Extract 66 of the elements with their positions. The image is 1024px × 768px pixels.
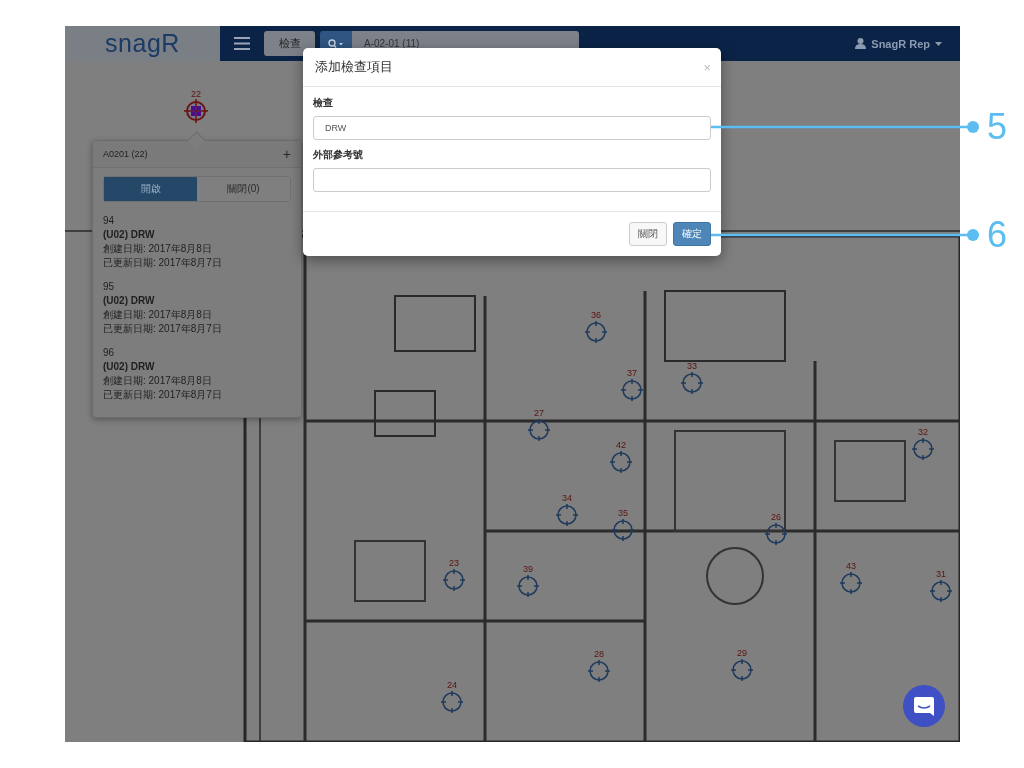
- map-pin[interactable]: 27: [525, 408, 553, 442]
- field-label: 外部參考號: [313, 148, 364, 162]
- map-pin[interactable]: 26: [762, 512, 790, 546]
- search-icon: [328, 38, 344, 49]
- map-pin[interactable]: 36: [582, 310, 610, 344]
- item-title: (U02) DRW: [103, 228, 156, 242]
- target-icon: [440, 690, 464, 714]
- target-icon: [609, 450, 633, 474]
- close-button[interactable]: ×: [703, 59, 711, 75]
- input-field[interactable]: DRW: [313, 116, 711, 140]
- created-date: 創建日期: 2017年8月8日: [103, 374, 213, 388]
- target-icon: [584, 320, 608, 344]
- popover-title: A0201 (22): [103, 149, 148, 159]
- item-title: (U02) DRW: [103, 294, 156, 308]
- field-label: 檢查: [313, 96, 334, 110]
- confirm-button[interactable]: 確定: [673, 222, 711, 246]
- created-date: 創建日期: 2017年8月8日: [103, 308, 213, 322]
- map-pin[interactable]: 39: [514, 564, 542, 598]
- item-number: 96: [103, 346, 116, 360]
- map-pin[interactable]: 34: [553, 493, 581, 527]
- target-icon: [929, 579, 953, 603]
- map-pin[interactable]: 37: [618, 368, 646, 402]
- target-icon: [730, 658, 754, 682]
- callout-number: 6: [987, 213, 1008, 257]
- chat-button[interactable]: [903, 685, 945, 727]
- map-pin[interactable]: 28: [585, 649, 613, 683]
- dialog-title: 添加檢查項目: [315, 58, 393, 76]
- tab[interactable]: 開啟: [104, 177, 197, 201]
- target-icon: [516, 574, 540, 598]
- item-number: 95: [103, 280, 116, 294]
- target-icon: [620, 378, 644, 402]
- user-menu[interactable]: SnagR Rep: [871, 37, 930, 50]
- map-pin[interactable]: 24: [438, 680, 466, 714]
- target-icon: [587, 659, 611, 683]
- user-icon: [855, 38, 867, 49]
- target-icon: [442, 568, 466, 592]
- created-date: 創建日期: 2017年8月8日: [103, 242, 213, 256]
- target-icon: [184, 99, 208, 123]
- target-icon: [911, 437, 935, 461]
- map-pin[interactable]: 32: [909, 427, 937, 461]
- map-pin[interactable]: 43: [837, 561, 865, 595]
- target-icon: [527, 418, 551, 442]
- map-pin[interactable]: 22: [182, 89, 210, 123]
- map-pin[interactable]: 35: [609, 508, 637, 542]
- target-icon: [839, 571, 863, 595]
- item-number: 94: [103, 214, 116, 228]
- target-icon: [680, 371, 704, 395]
- map-pin[interactable]: 33: [678, 361, 706, 395]
- callout-number: 5: [987, 105, 1008, 149]
- input-field[interactable]: [313, 168, 711, 192]
- target-icon: [555, 503, 579, 527]
- target-icon: [764, 522, 788, 546]
- inspection-button[interactable]: 檢查: [264, 31, 315, 56]
- target-icon: [611, 518, 635, 542]
- menu-icon[interactable]: [234, 37, 250, 50]
- map-pin[interactable]: 29: [728, 648, 756, 682]
- map-pin[interactable]: 42: [607, 440, 635, 474]
- close-dialog-button[interactable]: 關閉: [629, 222, 667, 246]
- map-pin[interactable]: 23: [440, 558, 468, 592]
- map-pin[interactable]: 31: [927, 569, 955, 603]
- add-button[interactable]: +: [282, 146, 291, 162]
- caret-icon[interactable]: [935, 41, 942, 46]
- item-title: (U02) DRW: [103, 360, 156, 374]
- updated-date: 已更新日期: 2017年8月7日: [103, 322, 223, 336]
- updated-date: 已更新日期: 2017年8月7日: [103, 388, 223, 402]
- updated-date: 已更新日期: 2017年8月7日: [103, 256, 223, 270]
